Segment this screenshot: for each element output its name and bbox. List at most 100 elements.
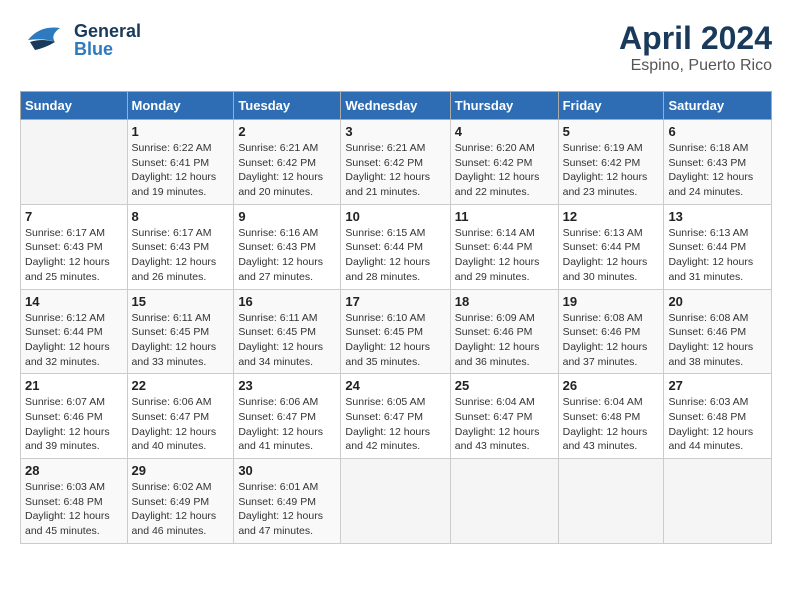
- calendar-day-cell: [450, 459, 558, 544]
- day-number: 17: [345, 294, 445, 309]
- calendar-week-row: 28Sunrise: 6:03 AMSunset: 6:48 PMDayligh…: [21, 459, 772, 544]
- calendar-day-cell: 5 Sunrise: 6:19 AMSunset: 6:42 PMDaylight…: [558, 120, 664, 205]
- calendar-day-header: Monday: [127, 92, 234, 120]
- day-info: Sunrise: 6:08 AMSunset: 6:46 PMDaylight:…: [563, 312, 648, 368]
- day-number: 5: [563, 124, 660, 139]
- day-info: Sunrise: 6:11 AMSunset: 6:45 PMDaylight:…: [132, 312, 217, 368]
- day-number: 13: [668, 209, 767, 224]
- calendar-day-cell: 27 Sunrise: 6:03 AMSunset: 6:48 PMDayligh…: [664, 374, 772, 459]
- calendar-day-cell: 7 Sunrise: 6:17 AMSunset: 6:43 PMDaylight…: [21, 204, 128, 289]
- day-info: Sunrise: 6:06 AMSunset: 6:47 PMDaylight:…: [238, 396, 323, 452]
- calendar-day-cell: [341, 459, 450, 544]
- calendar-day-header: Sunday: [21, 92, 128, 120]
- day-info: Sunrise: 6:22 AMSunset: 6:41 PMDaylight:…: [132, 142, 217, 198]
- calendar-day-cell: 21 Sunrise: 6:07 AMSunset: 6:46 PMDayligh…: [21, 374, 128, 459]
- calendar-day-cell: 13Sunrise: 6:13 AMSunset: 6:44 PMDayligh…: [664, 204, 772, 289]
- calendar-day-cell: 15 Sunrise: 6:11 AMSunset: 6:45 PMDayligh…: [127, 289, 234, 374]
- day-info: Sunrise: 6:19 AMSunset: 6:42 PMDaylight:…: [563, 142, 648, 198]
- calendar-day-cell: [21, 120, 128, 205]
- page-header: General Blue April 2024 Espino, Puerto R…: [20, 20, 772, 75]
- calendar-day-cell: 2 Sunrise: 6:21 AMSunset: 6:42 PMDaylight…: [234, 120, 341, 205]
- calendar-day-header: Wednesday: [341, 92, 450, 120]
- day-info: Sunrise: 6:11 AMSunset: 6:45 PMDaylight:…: [238, 312, 323, 368]
- day-number: 23: [238, 378, 336, 393]
- day-number: 10: [345, 209, 445, 224]
- day-number: 26: [563, 378, 660, 393]
- day-info: Sunrise: 6:05 AMSunset: 6:47 PMDaylight:…: [345, 396, 430, 452]
- day-number: 19: [563, 294, 660, 309]
- day-info: Sunrise: 6:14 AMSunset: 6:44 PMDaylight:…: [455, 227, 540, 283]
- day-number: 24: [345, 378, 445, 393]
- day-info: Sunrise: 6:17 AMSunset: 6:43 PMDaylight:…: [132, 227, 217, 283]
- calendar-day-cell: 25Sunrise: 6:04 AMSunset: 6:47 PMDayligh…: [450, 374, 558, 459]
- title-block: April 2024 Espino, Puerto Rico: [619, 20, 772, 75]
- day-info: Sunrise: 6:13 AMSunset: 6:44 PMDaylight:…: [563, 227, 648, 283]
- calendar-day-cell: 3Sunrise: 6:21 AMSunset: 6:42 PMDaylight…: [341, 120, 450, 205]
- calendar-week-row: 21 Sunrise: 6:07 AMSunset: 6:46 PMDayligh…: [21, 374, 772, 459]
- logo-icon: [20, 20, 70, 60]
- calendar-day-header: Saturday: [664, 92, 772, 120]
- day-number: 7: [25, 209, 123, 224]
- day-info: Sunrise: 6:18 AMSunset: 6:43 PMDaylight:…: [668, 142, 753, 198]
- calendar-day-cell: 17 Sunrise: 6:10 AMSunset: 6:45 PMDayligh…: [341, 289, 450, 374]
- calendar-day-cell: 6 Sunrise: 6:18 AMSunset: 6:43 PMDaylight…: [664, 120, 772, 205]
- day-number: 18: [455, 294, 554, 309]
- day-info: Sunrise: 6:15 AMSunset: 6:44 PMDaylight:…: [345, 227, 430, 283]
- calendar-table: SundayMondayTuesdayWednesdayThursdayFrid…: [20, 91, 772, 544]
- day-number: 14: [25, 294, 123, 309]
- day-number: 29: [132, 463, 230, 478]
- day-number: 27: [668, 378, 767, 393]
- logo-general-text: General: [74, 22, 141, 40]
- calendar-day-cell: 23 Sunrise: 6:06 AMSunset: 6:47 PMDayligh…: [234, 374, 341, 459]
- day-info: Sunrise: 6:04 AMSunset: 6:48 PMDaylight:…: [563, 396, 648, 452]
- logo-text: General Blue: [74, 22, 141, 58]
- calendar-day-header: Thursday: [450, 92, 558, 120]
- logo-blue-text: Blue: [74, 40, 141, 58]
- calendar-day-header: Friday: [558, 92, 664, 120]
- calendar-day-header: Tuesday: [234, 92, 341, 120]
- day-number: 15: [132, 294, 230, 309]
- day-number: 6: [668, 124, 767, 139]
- calendar-day-cell: 9Sunrise: 6:16 AMSunset: 6:43 PMDaylight…: [234, 204, 341, 289]
- day-info: Sunrise: 6:01 AMSunset: 6:49 PMDaylight:…: [238, 481, 323, 537]
- calendar-day-cell: 14 Sunrise: 6:12 AMSunset: 6:44 PMDayligh…: [21, 289, 128, 374]
- day-number: 21: [25, 378, 123, 393]
- calendar-day-cell: 29Sunrise: 6:02 AMSunset: 6:49 PMDayligh…: [127, 459, 234, 544]
- day-info: Sunrise: 6:17 AMSunset: 6:43 PMDaylight:…: [25, 227, 110, 283]
- calendar-week-row: 14 Sunrise: 6:12 AMSunset: 6:44 PMDayligh…: [21, 289, 772, 374]
- day-info: Sunrise: 6:07 AMSunset: 6:46 PMDaylight:…: [25, 396, 110, 452]
- day-info: Sunrise: 6:16 AMSunset: 6:43 PMDaylight:…: [238, 227, 323, 283]
- day-info: Sunrise: 6:20 AMSunset: 6:42 PMDaylight:…: [455, 142, 540, 198]
- calendar-day-cell: 11 Sunrise: 6:14 AMSunset: 6:44 PMDayligh…: [450, 204, 558, 289]
- day-info: Sunrise: 6:06 AMSunset: 6:47 PMDaylight:…: [132, 396, 217, 452]
- day-number: 30: [238, 463, 336, 478]
- day-info: Sunrise: 6:03 AMSunset: 6:48 PMDaylight:…: [668, 396, 753, 452]
- day-info: Sunrise: 6:21 AMSunset: 6:42 PMDaylight:…: [238, 142, 323, 198]
- day-info: Sunrise: 6:08 AMSunset: 6:46 PMDaylight:…: [668, 312, 753, 368]
- calendar-day-cell: 22Sunrise: 6:06 AMSunset: 6:47 PMDayligh…: [127, 374, 234, 459]
- day-number: 25: [455, 378, 554, 393]
- logo: General Blue: [20, 20, 141, 60]
- calendar-day-cell: 24 Sunrise: 6:05 AMSunset: 6:47 PMDayligh…: [341, 374, 450, 459]
- calendar-week-row: 7 Sunrise: 6:17 AMSunset: 6:43 PMDaylight…: [21, 204, 772, 289]
- calendar-day-cell: 1Sunrise: 6:22 AMSunset: 6:41 PMDaylight…: [127, 120, 234, 205]
- calendar-day-cell: 19 Sunrise: 6:08 AMSunset: 6:46 PMDayligh…: [558, 289, 664, 374]
- day-number: 4: [455, 124, 554, 139]
- month-title: April 2024: [619, 20, 772, 57]
- calendar-day-cell: 16 Sunrise: 6:11 AMSunset: 6:45 PMDayligh…: [234, 289, 341, 374]
- calendar-header-row: SundayMondayTuesdayWednesdayThursdayFrid…: [21, 92, 772, 120]
- day-number: 16: [238, 294, 336, 309]
- day-info: Sunrise: 6:10 AMSunset: 6:45 PMDaylight:…: [345, 312, 430, 368]
- calendar-day-cell: 8 Sunrise: 6:17 AMSunset: 6:43 PMDaylight…: [127, 204, 234, 289]
- day-number: 20: [668, 294, 767, 309]
- day-info: Sunrise: 6:12 AMSunset: 6:44 PMDaylight:…: [25, 312, 110, 368]
- day-info: Sunrise: 6:09 AMSunset: 6:46 PMDaylight:…: [455, 312, 540, 368]
- day-info: Sunrise: 6:03 AMSunset: 6:48 PMDaylight:…: [25, 481, 110, 537]
- day-number: 8: [132, 209, 230, 224]
- day-number: 2: [238, 124, 336, 139]
- location-title: Espino, Puerto Rico: [619, 57, 772, 75]
- calendar-day-cell: 26 Sunrise: 6:04 AMSunset: 6:48 PMDayligh…: [558, 374, 664, 459]
- day-number: 12: [563, 209, 660, 224]
- calendar-day-cell: [558, 459, 664, 544]
- day-number: 11: [455, 209, 554, 224]
